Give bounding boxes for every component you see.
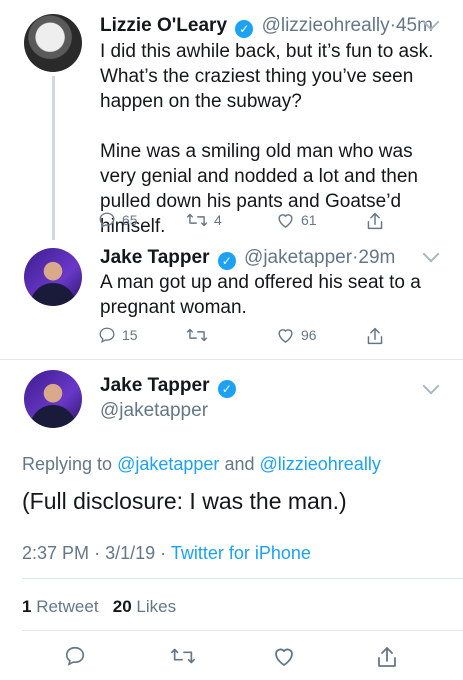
divider — [22, 578, 463, 579]
replying-user-link[interactable]: @lizzieohreally — [260, 454, 381, 474]
retweet-icon — [171, 648, 195, 664]
focus-actions — [64, 645, 404, 667]
reply-button[interactable]: 15 — [98, 326, 138, 344]
retweet-button[interactable] — [186, 326, 208, 344]
retweet-button[interactable]: 4 — [186, 211, 222, 229]
thread-line — [52, 76, 55, 240]
meta-separator: · — [94, 543, 101, 563]
replying-to: Replying to @jaketapper and @lizzieohrea… — [22, 454, 381, 475]
like-count: 96 — [301, 327, 317, 343]
tweet-meta: 2:37 PM · 3/1/19 · Twitter for iPhone — [22, 543, 311, 564]
replying-and: and — [224, 454, 255, 474]
tweet-header: Jake Tapper ✓ @jaketapper·29m — [100, 246, 395, 270]
author-name[interactable]: Jake Tapper — [100, 375, 209, 396]
share-button[interactable] — [366, 326, 384, 346]
share-button[interactable] — [376, 645, 398, 669]
focus-tweet-text: (Full disclosure: I was the man.) — [22, 488, 347, 514]
author-handle[interactable]: @lizzieohreally — [262, 15, 390, 36]
heart-icon — [278, 214, 293, 228]
like-total: 20 — [112, 597, 132, 616]
tweet-lizzie[interactable]: Lizzie O'Leary ✓ @lizzieohreally·45m I d… — [0, 0, 463, 240]
verified-badge-icon: ✓ — [235, 20, 254, 38]
chevron-down-icon[interactable] — [422, 245, 440, 263]
tweet-time[interactable]: 29m — [358, 247, 395, 268]
tweet-jake[interactable]: Jake Tapper ✓ @jaketapper·29m A man got … — [0, 240, 463, 360]
replying-prefix: Replying to — [22, 454, 113, 474]
tweet-header: Lizzie O'Leary ✓ @lizzieohreally·45m — [100, 14, 433, 38]
tweet-actions: 65 4 61 — [98, 211, 398, 233]
share-icon — [367, 327, 383, 345]
reply-button[interactable] — [64, 645, 86, 667]
retweet-count: 4 — [214, 212, 222, 228]
focus-handle-row: @jaketapper — [100, 399, 208, 423]
meta-separator: · — [160, 543, 167, 563]
verified-badge-icon: ✓ — [217, 380, 236, 398]
tweet-time: 2:37 PM — [22, 543, 90, 563]
tweet-actions: 15 96 — [98, 326, 398, 348]
share-button[interactable] — [366, 211, 384, 231]
reply-button[interactable]: 65 — [98, 211, 138, 229]
author-handle[interactable]: @jaketapper — [244, 247, 352, 268]
like-button[interactable] — [272, 645, 296, 667]
tweet-source-link[interactable]: Twitter for iPhone — [171, 543, 311, 563]
focus-name: Jake Tapper ✓ — [100, 374, 239, 398]
share-icon — [367, 212, 383, 230]
author-name[interactable]: Lizzie O'Leary — [100, 15, 227, 36]
author-name[interactable]: Jake Tapper — [100, 247, 209, 268]
focused-tweet: Jake Tapper ✓ @jaketapper Replying to @j… — [0, 360, 463, 680]
avatar-lizzie[interactable] — [24, 14, 82, 72]
tweet-date: 3/1/19 — [105, 543, 156, 563]
divider — [22, 630, 463, 631]
like-button[interactable]: 96 — [276, 326, 317, 344]
retweet-total: 1 — [22, 597, 32, 616]
author-handle[interactable]: @jaketapper — [100, 400, 208, 421]
reply-icon — [99, 327, 115, 343]
like-button[interactable]: 61 — [276, 211, 317, 229]
like-count: 61 — [301, 212, 317, 228]
verified-badge-icon: ✓ — [217, 252, 236, 270]
engagement-stats: 1 Retweet 20 Likes — [22, 597, 176, 617]
reply-count: 65 — [122, 212, 138, 228]
reply-icon — [65, 646, 85, 666]
retweet-label: Retweet — [36, 597, 99, 616]
heart-icon — [275, 648, 293, 666]
avatar-jake[interactable] — [24, 370, 82, 428]
replying-user-link[interactable]: @jaketapper — [117, 454, 219, 474]
likes-stat[interactable]: 20 Likes — [113, 597, 176, 616]
reply-icon — [99, 212, 115, 228]
retweets-stat[interactable]: 1 Retweet — [22, 597, 99, 616]
share-icon — [378, 647, 396, 667]
chevron-down-icon[interactable] — [422, 377, 440, 395]
tweet-text: I did this awhile back, but it’s fun to … — [100, 41, 434, 237]
reply-count: 15 — [122, 327, 138, 343]
like-label: Likes — [136, 597, 177, 616]
avatar-jake[interactable] — [24, 248, 82, 306]
tweet-text: A man got up and offered his seat to a p… — [100, 272, 421, 318]
heart-icon — [278, 329, 293, 343]
retweet-button[interactable] — [170, 645, 196, 667]
retweet-icon — [186, 213, 208, 227]
retweet-icon — [186, 328, 208, 342]
